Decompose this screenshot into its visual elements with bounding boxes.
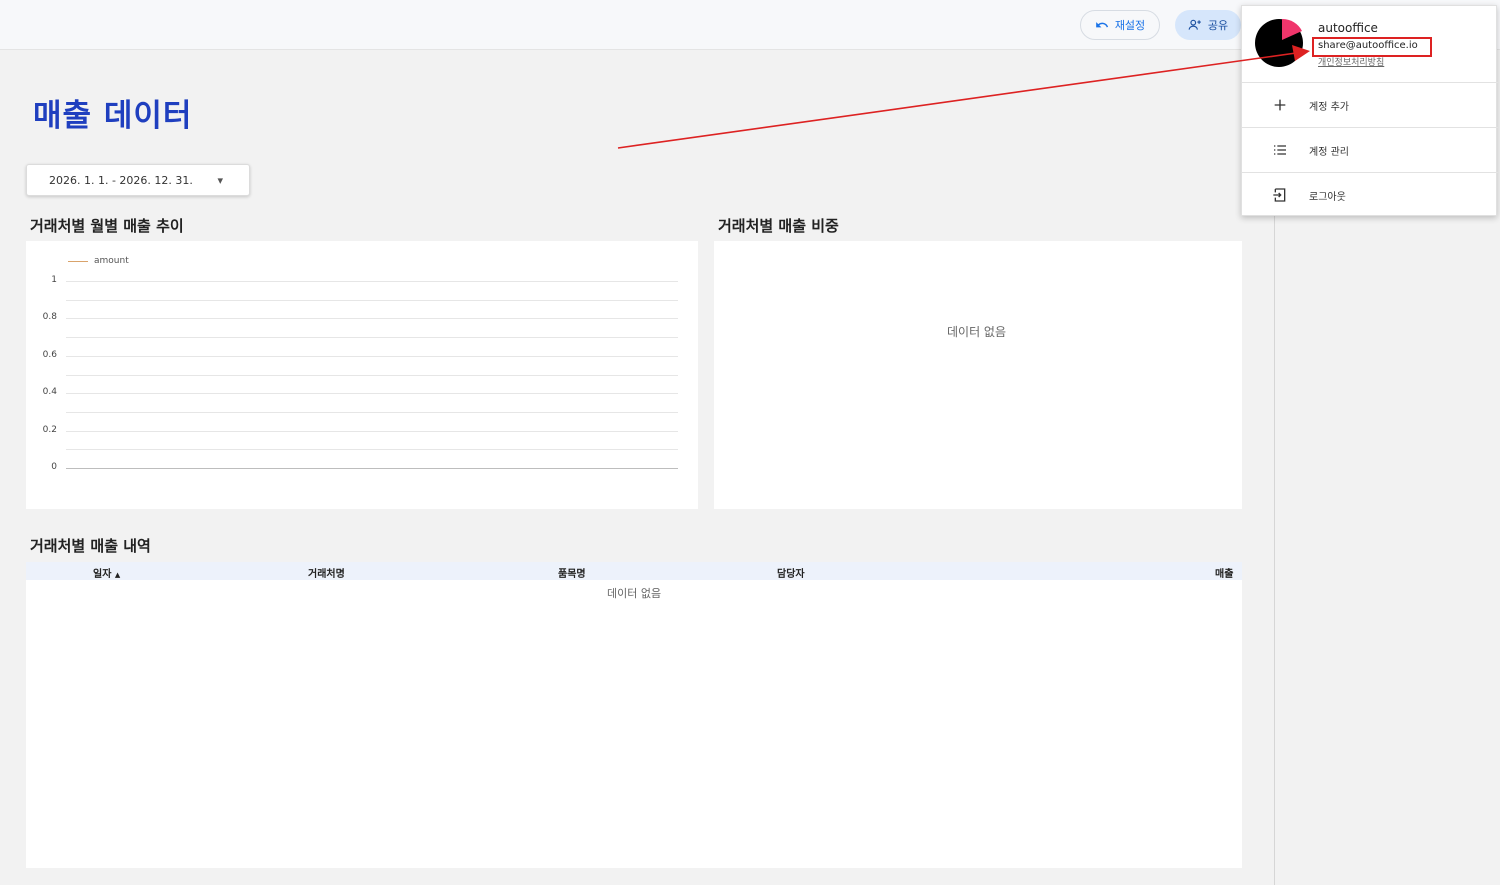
reset-label: 재설정	[1114, 19, 1146, 32]
pie-empty-text: 데이터 없음	[947, 325, 1007, 339]
avatar[interactable]	[1255, 19, 1303, 67]
gridline	[66, 355, 678, 357]
share-button[interactable]: 공유	[1175, 10, 1241, 40]
account-name: autooffice	[1318, 21, 1378, 35]
logout-label: 로그아웃	[1309, 191, 1346, 203]
minor-gridline	[66, 374, 678, 376]
share-chart-title: 거래처별 매출 비중	[718, 217, 839, 235]
person-add-icon	[1188, 19, 1201, 30]
reset-button[interactable]: 재설정	[1080, 10, 1160, 40]
gridline	[66, 318, 678, 320]
gridline	[66, 393, 678, 395]
date-range-value: 2026. 1. 1. - 2026. 12. 31.	[49, 173, 193, 187]
y-tick-label: 0	[51, 462, 57, 472]
add-account-label: 계정 추가	[1309, 101, 1349, 113]
monthly-trend-title: 거래처별 월별 매출 추이	[30, 217, 184, 235]
column-header-date-label: 일자	[93, 569, 112, 580]
email-highlight-box	[1312, 37, 1432, 57]
plus-icon	[1271, 96, 1289, 114]
minor-gridline	[66, 411, 678, 413]
sales-table-title: 거래처별 매출 내역	[30, 537, 151, 555]
date-range-picker[interactable]: 2026. 1. 1. - 2026. 12. 31. ▾	[26, 164, 250, 196]
y-tick-label: 0.8	[42, 312, 57, 323]
column-header-date[interactable]: 일자 ▲	[93, 565, 120, 580]
sort-asc-icon: ▲	[114, 571, 121, 579]
manage-account-label: 계정 관리	[1309, 146, 1349, 158]
gridline	[66, 281, 678, 282]
list-icon	[1271, 141, 1289, 159]
y-tick-label: 0.4	[42, 387, 57, 398]
share-pie-chart	[714, 241, 1242, 509]
legend-label: amount	[94, 256, 129, 266]
minor-gridline	[66, 299, 678, 301]
manage-account-menu-item[interactable]: 계정 관리	[1242, 128, 1498, 172]
minor-gridline	[66, 337, 678, 339]
y-tick-label: 0.2	[42, 424, 57, 435]
gridline	[66, 468, 678, 469]
gridline	[66, 430, 678, 432]
logout-menu-item[interactable]: 로그아웃	[1242, 173, 1498, 217]
chart-legend: amount	[68, 256, 129, 266]
table-empty-text: 데이터 없음	[607, 587, 662, 600]
account-menu: autooffice share@autooffice.io 개인정보처리방침 …	[1241, 5, 1498, 217]
table-header: 일자 ▲ 거래처명 품목명 담당자 매출	[26, 562, 1242, 580]
page-title: 매출 데이터	[33, 98, 193, 134]
column-header-item[interactable]: 품목명	[558, 565, 586, 580]
share-label: 공유	[1207, 19, 1229, 32]
table-body: 데이터 없음	[26, 580, 1242, 868]
column-header-manager[interactable]: 담당자	[777, 565, 805, 580]
legend-swatch	[68, 260, 88, 262]
y-tick-label: 1	[51, 275, 57, 285]
column-header-sales[interactable]: 매출	[1215, 565, 1233, 580]
chevron-down-icon: ▾	[217, 174, 223, 187]
undo-icon	[1095, 22, 1108, 28]
minor-gridline	[66, 449, 678, 451]
y-tick-label: 0.6	[42, 349, 57, 360]
logout-icon	[1271, 186, 1289, 204]
column-header-client[interactable]: 거래처명	[308, 565, 345, 580]
add-account-menu-item[interactable]: 계정 추가	[1242, 83, 1498, 127]
